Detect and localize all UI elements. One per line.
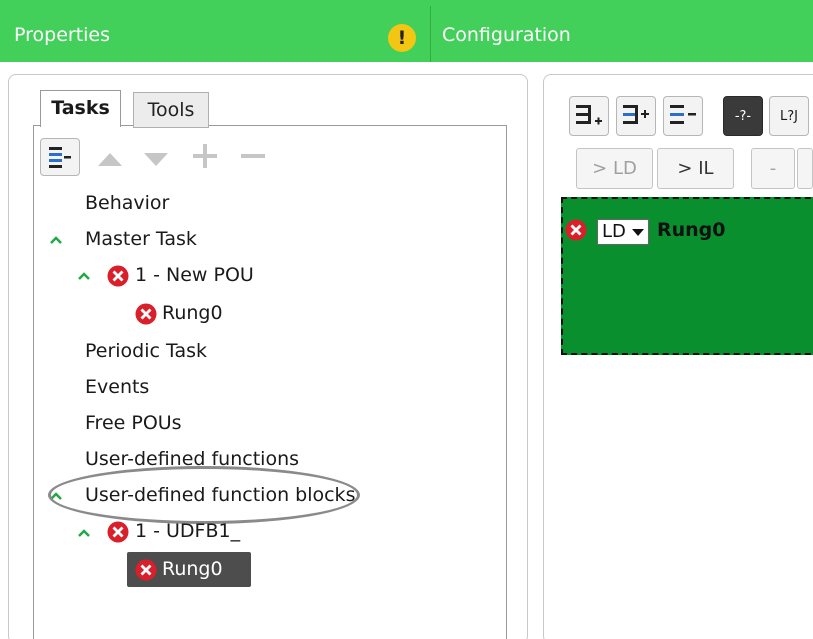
tree-item-events[interactable]: Events — [85, 376, 149, 398]
add-button[interactable] — [189, 140, 221, 172]
tree-item-new-pou[interactable]: 1 - New POU — [135, 264, 254, 286]
convert-to-il-button[interactable]: > IL — [657, 148, 734, 189]
remove-icon — [241, 154, 265, 158]
contact-button[interactable]: -?- — [723, 96, 763, 136]
tree-item-rung0-label: Rung0 — [162, 558, 223, 580]
move-up-button[interactable] — [96, 150, 124, 168]
chevron-up-icon[interactable] — [76, 527, 92, 539]
insert-rung-below-button[interactable] — [569, 96, 609, 136]
error-icon — [565, 219, 587, 241]
properties-title: Properties — [14, 24, 111, 46]
collapse-all-icon — [49, 147, 71, 168]
error-icon — [135, 559, 157, 581]
highlight-ellipse — [48, 466, 360, 524]
tab-tools[interactable]: Tools — [133, 92, 209, 128]
move-down-icon — [144, 153, 168, 166]
tree-item-master-task[interactable]: Master Task — [85, 228, 197, 250]
add-icon — [193, 144, 217, 168]
collapse-all-button[interactable] — [40, 138, 80, 176]
convert-extra-button[interactable]: - — [751, 148, 795, 189]
tab-tasks[interactable]: Tasks — [40, 90, 121, 127]
insert-rung-above-icon — [623, 105, 649, 124]
top-bar: Properties ! Configuration — [0, 0, 813, 62]
tree-item-udfb1[interactable]: 1 - UDFB1_ — [135, 520, 240, 542]
tree-item-rung0[interactable]: Rung0 — [162, 302, 223, 324]
delete-rung-icon — [670, 105, 696, 124]
move-down-button[interactable] — [142, 150, 170, 168]
convert-to-ld-button[interactable]: > LD — [576, 148, 653, 189]
remove-button[interactable] — [237, 140, 269, 172]
coil-button[interactable]: L?J — [769, 96, 809, 136]
chevron-up-icon[interactable] — [76, 270, 92, 282]
tree-item-free-pous[interactable]: Free POUs — [85, 412, 182, 434]
tree-item-behavior[interactable]: Behavior — [85, 192, 169, 214]
warning-icon[interactable]: ! — [388, 24, 416, 52]
error-icon — [107, 521, 129, 543]
configuration-title: Configuration — [442, 24, 571, 46]
rung-title: Rung0 — [657, 219, 726, 241]
error-icon — [135, 303, 157, 325]
error-icon — [107, 265, 129, 287]
convert-overflow-button[interactable] — [797, 148, 813, 189]
move-up-icon — [98, 153, 122, 166]
delete-rung-button[interactable] — [663, 96, 703, 136]
insert-rung-below-icon — [576, 105, 602, 125]
dropdown-caret-icon — [632, 229, 644, 236]
chevron-up-icon[interactable] — [48, 234, 64, 246]
insert-rung-above-button[interactable] — [616, 96, 656, 136]
tree-item-periodic-task[interactable]: Periodic Task — [85, 340, 207, 362]
header-divider — [430, 6, 431, 62]
